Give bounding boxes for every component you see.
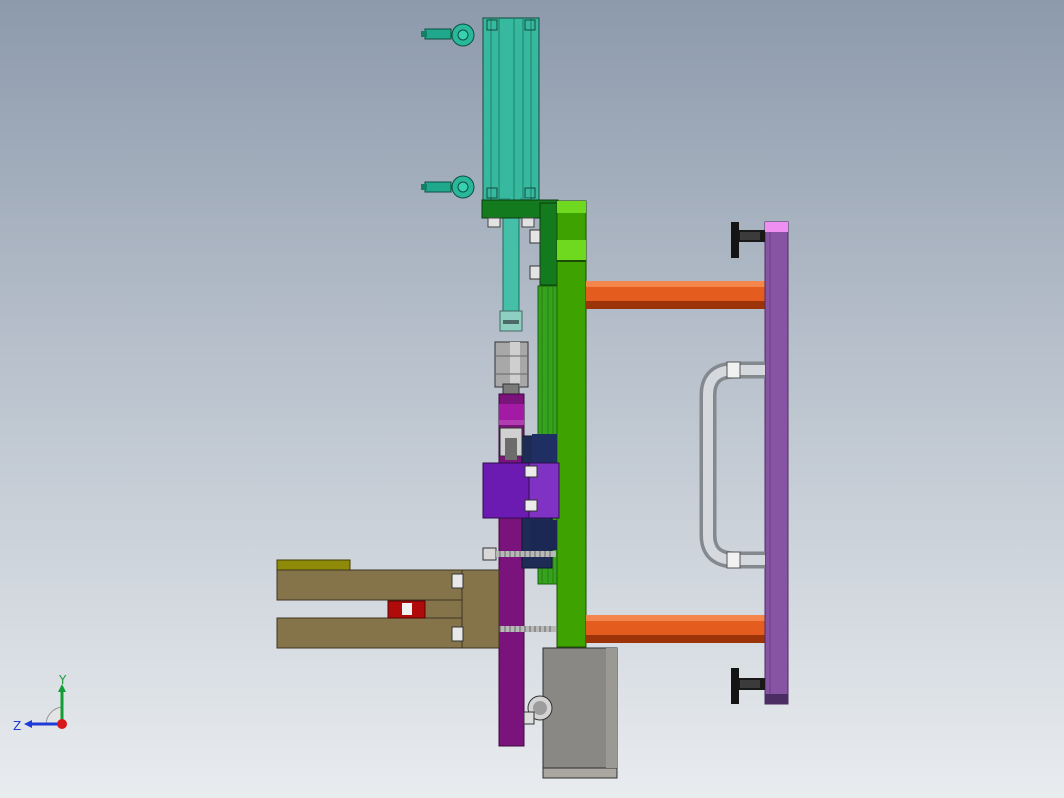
z-axis-label: Z	[13, 719, 21, 733]
gripper-mount-block[interactable]	[482, 462, 560, 519]
base-plate[interactable]	[556, 200, 587, 648]
clamp-knob-top[interactable]	[731, 222, 765, 258]
cylinder-mount-bracket[interactable]	[481, 199, 559, 286]
guide-rod-top[interactable]	[586, 281, 766, 309]
assembly-model[interactable]	[0, 0, 1064, 798]
handle-bar[interactable]	[699, 361, 765, 569]
cad-viewport[interactable]: Y Z	[0, 0, 1064, 798]
air-fitting-top[interactable]	[421, 23, 475, 47]
gray-housing-box[interactable]	[542, 647, 618, 779]
coordinate-triad-icon: Y Z	[13, 674, 67, 733]
handle-plate[interactable]	[764, 221, 789, 705]
y-axis-label: Y	[58, 674, 67, 687]
gripper-jaw-assembly[interactable]	[276, 559, 500, 649]
pneumatic-cylinder[interactable]	[482, 17, 540, 206]
guide-rod-bottom[interactable]	[586, 615, 766, 643]
air-fitting-bottom[interactable]	[421, 175, 475, 199]
clamp-knob-bottom[interactable]	[731, 668, 765, 704]
shaft-coupler[interactable]	[494, 341, 529, 395]
piston-rod[interactable]	[499, 212, 523, 332]
small-valve[interactable]	[499, 427, 523, 460]
